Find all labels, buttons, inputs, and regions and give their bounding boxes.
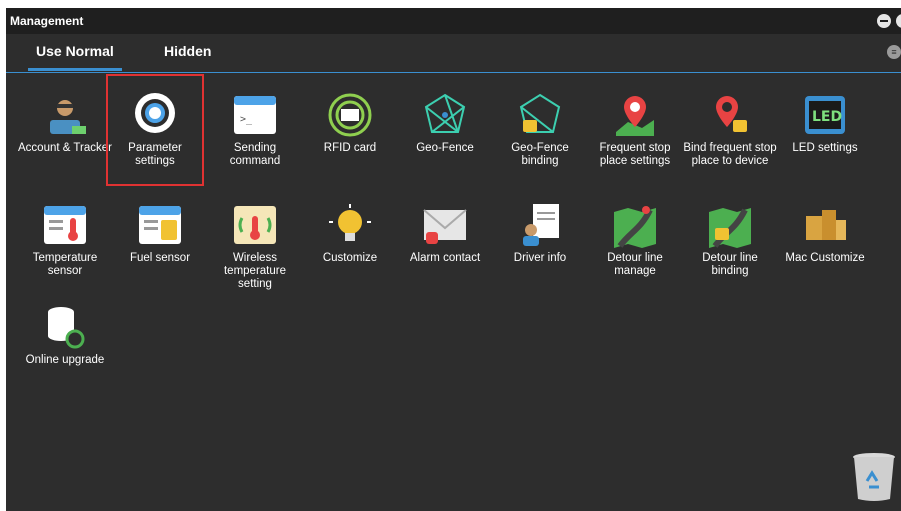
tile-label: Temperature sensor (32, 252, 98, 277)
tile-label: Alarm contact (409, 252, 481, 264)
tile-account-tracker[interactable]: Account & Tracker (18, 86, 112, 186)
tile-geo-fence-binding[interactable]: Geo-Fence binding (493, 86, 587, 186)
tile-bind-frequent-stop[interactable]: Bind frequent stop place to device (683, 86, 777, 186)
tile-label: Detour line binding (702, 252, 758, 277)
recycle-bin-icon[interactable] (851, 451, 897, 503)
tab-hidden[interactable]: Hidden (164, 43, 211, 59)
fuel-window-icon (139, 206, 181, 244)
tile-label: Geo-Fence binding (511, 142, 569, 167)
tile-led-settings[interactable]: LED LED settings (778, 86, 872, 186)
tile-alarm-contact[interactable]: Alarm contact (398, 196, 492, 296)
tile-parameter-settings[interactable]: Parameter settings (106, 74, 204, 186)
tile-label: Frequent stop place settings (599, 142, 671, 167)
close-icon[interactable] (896, 14, 901, 28)
tile-label: LED settings (792, 142, 858, 154)
window-title: Management (10, 14, 84, 28)
tile-online-upgrade[interactable]: Online upgrade (18, 298, 112, 398)
terminal-window-icon: >_ (234, 96, 276, 134)
envelope-alarm-icon (423, 209, 467, 244)
tile-wireless-temperature[interactable]: Wireless temperature setting (208, 196, 302, 296)
tile-rfid-card[interactable]: RFID card (303, 86, 397, 186)
road-map-icon (614, 206, 656, 248)
network-lock-icon (519, 93, 561, 133)
parking-pin-icon (616, 96, 654, 136)
tile-customize[interactable]: Customize (303, 196, 397, 296)
pin-lock-icon (716, 96, 747, 132)
account-tracker-icon (50, 100, 86, 134)
tile-label: Driver info (513, 252, 567, 264)
tile-label: Detour line manage (607, 252, 663, 277)
lightbulb-icon (329, 204, 371, 241)
tile-label: Account & Tracker (18, 142, 112, 154)
gear-icon (135, 93, 175, 133)
title-bar: Management (6, 8, 901, 34)
tile-fuel-sensor[interactable]: Fuel sensor (113, 196, 207, 296)
tile-label: RFID card (323, 142, 377, 154)
tile-sending-command[interactable]: >_ Sending command (208, 86, 302, 186)
tile-label: Wireless temperature setting (223, 252, 286, 290)
tile-label: Mac Customize (785, 252, 865, 264)
rfid-card-icon (328, 93, 372, 137)
tile-temperature-sensor[interactable]: Temperature sensor (18, 196, 112, 296)
tile-label: Online upgrade (25, 354, 105, 366)
tile-geo-fence[interactable]: Geo-Fence (398, 86, 492, 186)
minimize-icon[interactable] (877, 14, 891, 28)
tile-frequent-stop-place[interactable]: Frequent stop place settings (588, 86, 682, 186)
app-grid: Account & Tracker Parameter settings >_ … (6, 74, 886, 498)
database-refresh-icon (48, 307, 85, 349)
driver-document-icon (523, 204, 559, 246)
tile-label: Geo-Fence (416, 142, 474, 154)
led-display-icon: LED (805, 96, 845, 134)
tile-label: Fuel sensor (129, 252, 191, 264)
svg-text:>_: >_ (240, 114, 253, 125)
tile-detour-line-manage[interactable]: Detour line manage (588, 196, 682, 296)
tile-label: Bind frequent stop place to device (683, 142, 777, 167)
network-globe-icon (424, 93, 466, 133)
boxes-icon (806, 210, 846, 240)
road-map-lock-icon (709, 208, 751, 248)
svg-text:LED: LED (812, 109, 842, 125)
tile-mac-customize[interactable]: Mac Customize (778, 196, 872, 296)
tile-label: Sending command (229, 142, 281, 167)
menu-icon[interactable]: ≡ (887, 45, 901, 59)
tab-use-normal[interactable]: Use Normal (28, 43, 122, 71)
tile-detour-line-binding[interactable]: Detour line binding (683, 196, 777, 296)
tile-label: Parameter settings (128, 142, 182, 167)
wireless-thermometer-icon (234, 206, 276, 244)
tab-bar: Use Normal Hidden ≡ (6, 34, 901, 73)
management-window: Management Use Normal Hidden ≡ Account &… (6, 8, 901, 511)
tile-label: Customize (322, 252, 378, 264)
tile-driver-info[interactable]: Driver info (493, 196, 587, 296)
thermometer-window-icon (44, 206, 86, 244)
